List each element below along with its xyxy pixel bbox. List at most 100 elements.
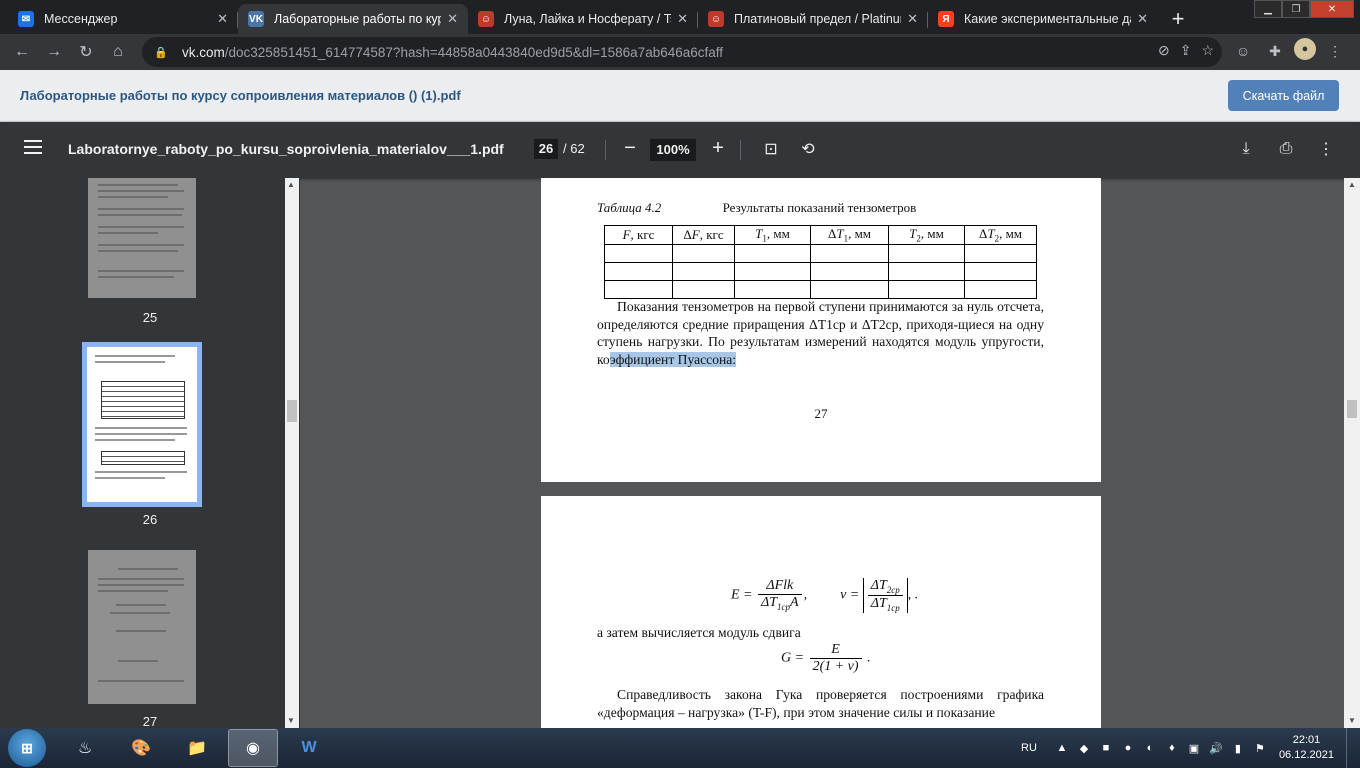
close-tab-icon[interactable]: ✕ <box>907 11 918 27</box>
vk-document-header: Лабораторные работы по курсу сопроивлени… <box>0 70 1360 122</box>
tab-yandex[interactable]: Я Какие экспериментальные да ✕ <box>928 4 1158 34</box>
bookmark-star-icon[interactable]: ☆ <box>1201 42 1214 59</box>
minimize-button[interactable]: ▁ <box>1254 0 1282 18</box>
thumbnail-page-27[interactable] <box>88 550 196 704</box>
tracking-icon[interactable]: ⊘ <box>1158 42 1170 59</box>
tray-app-icon[interactable]: ▲ <box>1051 737 1073 759</box>
volume-icon[interactable]: 🔊 <box>1205 737 1227 759</box>
more-options-icon[interactable]: ⋮ <box>1315 138 1337 160</box>
download-icon[interactable]: ⤓ <box>1235 138 1257 160</box>
url-path: /doc325851451_614774587?hash=44858a04438… <box>224 44 724 60</box>
tab-vk-document[interactable]: VK Лабораторные работы по курс ✕ <box>238 4 468 34</box>
clock[interactable]: 22:01 06.12.2021 <box>1279 733 1334 763</box>
scroll-up-icon[interactable]: ▲ <box>1348 180 1356 189</box>
tray-app-icon[interactable]: ♦ <box>1161 737 1183 759</box>
flag-icon[interactable]: ⚑ <box>1249 737 1271 759</box>
download-file-button[interactable]: Скачать файл <box>1228 80 1339 111</box>
formula-G: G = E 2(1 + ν) . <box>781 642 871 674</box>
thumbnail-label: 25 <box>142 310 158 325</box>
chrome-icon[interactable]: ◉ <box>228 729 278 767</box>
page-total: / 62 <box>563 141 585 156</box>
tab-title: Какие экспериментальные да <box>964 12 1132 26</box>
thumbnail-label: 26 <box>142 512 158 527</box>
scroll-up-icon[interactable]: ▲ <box>287 180 295 189</box>
table-header: ΔF, кгс <box>672 225 735 245</box>
page-number: 27 <box>814 406 828 421</box>
formula-E-nu: E = ΔFlk ΔT1срA, ν = ΔT2ср ΔT1ср, . <box>731 578 919 613</box>
extensions-puzzle-icon[interactable]: ✚ <box>1262 38 1288 64</box>
vk-icon: VK <box>248 11 264 27</box>
tab-messenger[interactable]: ✉ Мессенджер ✕ <box>8 4 238 34</box>
shear-modulus-text: а затем вычисляется модуль сдвига <box>597 625 801 640</box>
close-tab-icon[interactable]: ✕ <box>1137 11 1148 27</box>
scroll-down-icon[interactable]: ▼ <box>287 716 295 725</box>
tsu-icon: ☺ <box>708 11 724 27</box>
fit-page-icon[interactable]: ⊡ <box>760 138 782 160</box>
lock-icon[interactable]: 🔒 <box>154 46 170 59</box>
yandex-icon: Я <box>938 11 954 27</box>
back-button[interactable]: ← <box>6 36 38 68</box>
url-host: vk.com <box>182 44 225 60</box>
tab-strip: ✉ Мессенджер ✕ VK Лабораторные работы по… <box>0 0 1360 34</box>
browser-menu-icon[interactable]: ⋮ <box>1322 38 1348 64</box>
tray-app-icon[interactable]: ◆ <box>1073 737 1095 759</box>
doc-title: Лабораторные работы по курсу сопроивлени… <box>20 88 461 103</box>
tsu-icon: ☺ <box>478 11 494 27</box>
sidebar-scrollbar[interactable]: ▲ ▼ <box>285 178 299 728</box>
file-explorer-icon[interactable]: 📁 <box>172 729 222 767</box>
table-header: ΔT2, мм <box>964 225 1037 245</box>
tab-title: Лабораторные работы по курс <box>274 12 442 26</box>
window-controls: ▁ ❐ ✕ <box>1254 0 1354 18</box>
windows-taskbar: ⊞ ♨ 🎨 📁 ◉ W RU ▲ ◆ ■ ● ◐ ♦ ▣ 🔊 ▮ ⚑ 22:01… <box>0 728 1360 768</box>
close-tab-icon[interactable]: ✕ <box>677 11 688 27</box>
pdf-toolbar: Laboratornye_raboty_po_kursu_soproivleni… <box>0 122 1360 178</box>
messenger-icon: ✉ <box>18 11 34 27</box>
show-desktop-button[interactable] <box>1346 728 1360 768</box>
reload-button[interactable]: ↻ <box>70 36 102 68</box>
extension-tsu-icon[interactable]: ☺ <box>1230 38 1256 64</box>
scroll-down-icon[interactable]: ▼ <box>1348 716 1356 725</box>
clock-time: 22:01 <box>1292 734 1321 746</box>
steam-icon[interactable]: ♨ <box>60 729 110 767</box>
pdf-viewer: Таблица 4.2 Результаты показаний тензоме… <box>300 178 1344 728</box>
thumbnail-page-26-selected[interactable] <box>82 342 202 507</box>
pdf-filename: Laboratornye_raboty_po_kursu_soproivleni… <box>68 141 504 157</box>
zoom-input[interactable]: 100% <box>650 139 696 161</box>
new-tab-button[interactable]: + <box>1164 4 1192 34</box>
address-bar[interactable]: 🔒 vk.com/doc325851451_614774587?hash=448… <box>142 37 1222 67</box>
sidebar-menu-icon[interactable] <box>24 140 42 154</box>
close-tab-icon[interactable]: ✕ <box>447 11 458 27</box>
close-tab-icon[interactable]: ✕ <box>217 11 228 27</box>
paint-icon[interactable]: 🎨 <box>116 729 166 767</box>
home-button[interactable]: ⌂ <box>102 36 134 68</box>
start-button[interactable]: ⊞ <box>8 729 46 767</box>
profile-avatar[interactable]: ● <box>1294 38 1316 60</box>
print-icon[interactable]: ⎙ <box>1275 138 1297 160</box>
tab-title: Платиновый предел / Platinum <box>734 12 902 26</box>
zoom-out-button[interactable]: − <box>620 137 640 159</box>
thumbnail-label: 27 <box>142 714 158 728</box>
pdf-page-27: Таблица 4.2 Результаты показаний тензоме… <box>541 178 1101 482</box>
tab-tsu-1[interactable]: ☺ Луна, Лайка и Носферату / Tsu ✕ <box>468 4 698 34</box>
scroll-thumb[interactable] <box>287 400 297 422</box>
nvidia-icon[interactable]: ▣ <box>1183 737 1205 759</box>
word-icon[interactable]: W <box>284 729 334 767</box>
tray-app-icon[interactable]: ◐ <box>1139 737 1161 759</box>
main-scrollbar[interactable]: ▲ ▼ <box>1344 178 1360 728</box>
network-icon[interactable]: ▮ <box>1227 737 1249 759</box>
language-indicator[interactable]: RU <box>1021 742 1037 754</box>
maximize-button[interactable]: ❐ <box>1282 0 1310 18</box>
pdf-page-28: E = ΔFlk ΔT1срA, ν = ΔT2ср ΔT1ср, . а зате… <box>541 496 1101 728</box>
tab-tsu-2[interactable]: ☺ Платиновый предел / Platinum ✕ <box>698 4 928 34</box>
share-icon[interactable]: ⇪ <box>1180 42 1192 59</box>
tray-app-icon[interactable]: ■ <box>1095 737 1117 759</box>
close-window-button[interactable]: ✕ <box>1310 0 1354 18</box>
forward-button[interactable]: → <box>38 36 70 68</box>
page-number-input[interactable]: 26 <box>534 139 558 159</box>
scroll-thumb[interactable] <box>1347 400 1357 418</box>
zoom-in-button[interactable]: + <box>708 137 728 159</box>
tray-app-icon[interactable]: ● <box>1117 737 1139 759</box>
rotate-icon[interactable]: ⟲ <box>797 138 819 160</box>
thumbnail-page-25[interactable] <box>88 178 196 298</box>
table-header: T2, мм <box>888 225 965 245</box>
